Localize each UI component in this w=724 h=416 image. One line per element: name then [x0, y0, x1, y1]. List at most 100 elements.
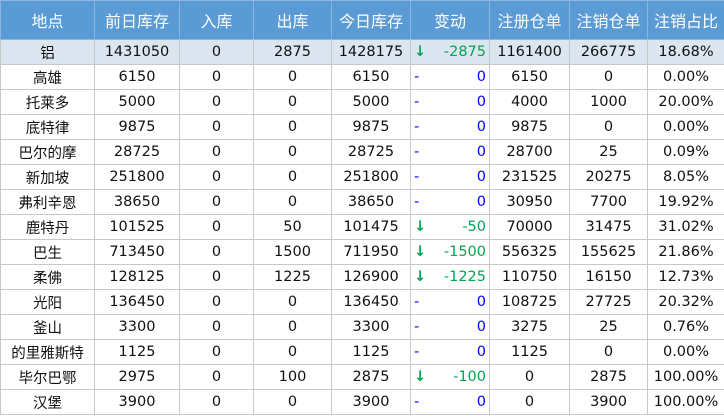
cell-registered-warrants: 6150 — [489, 64, 571, 90]
cell-cancelled-warrants: 25 — [569, 139, 649, 165]
cell-change-arrow: ↓ — [410, 214, 426, 240]
cell-inbound: 0 — [179, 39, 254, 65]
cell-registered-warrants: 30950 — [489, 189, 571, 215]
cell-cancelled-warrants: 16150 — [569, 264, 649, 290]
cell-prev-stock: 5000 — [94, 89, 180, 115]
cell-registered-warrants: 1161400 — [489, 39, 571, 65]
cell-outbound: 100 — [253, 364, 332, 390]
header-change: 变动 — [409, 0, 491, 40]
cell-cancel-ratio: 18.68% — [647, 39, 724, 65]
cell-outbound: 50 — [253, 214, 332, 240]
cell-change-arrow: - — [410, 139, 426, 165]
table-row: 柔佛 128125 0 1225 126900 ↓ -1225 110750 16150 12.7… — [0, 264, 724, 290]
table-header: 地点 前日库存 入库 出库 今日库存 变动 注册仓单 注销仓单 注销占比 — [0, 0, 724, 40]
cell-inbound: 0 — [179, 64, 254, 90]
cell-prev-stock: 1125 — [94, 339, 180, 365]
header-registered-warrants: 注册仓单 — [489, 0, 571, 40]
cell-outbound: 0 — [253, 139, 332, 165]
cell-cancelled-warrants: 266775 — [569, 39, 649, 65]
cell-change-value: -50 — [425, 214, 491, 240]
cell-change-value: 0 — [425, 189, 491, 215]
cell-prev-stock: 9875 — [94, 114, 180, 140]
cell-registered-warrants: 70000 — [489, 214, 571, 240]
cell-change-arrow: ↓ — [410, 264, 426, 290]
header-location: 地点 — [0, 0, 95, 40]
cell-cancel-ratio: 20.00% — [647, 89, 724, 115]
cell-inbound: 0 — [179, 89, 254, 115]
table-row: 鹿特丹 101525 0 50 101475 ↓ -50 70000 31475 31.02% — [0, 214, 724, 240]
cell-cancelled-warrants: 155625 — [569, 239, 649, 265]
cell-cancel-ratio: 100.00% — [647, 364, 724, 390]
header-cancel-ratio: 注销占比 — [647, 0, 724, 40]
cell-today-stock: 1428175 — [331, 39, 411, 65]
cell-outbound: 0 — [253, 389, 332, 415]
cell-inbound: 0 — [179, 214, 254, 240]
cell-cancel-ratio: 0.09% — [647, 139, 724, 165]
cell-today-stock: 9875 — [331, 114, 411, 140]
cell-cancel-ratio: 20.32% — [647, 289, 724, 315]
table-row: 底特律 9875 0 0 9875-0 9875 0 0.00% — [0, 114, 724, 140]
cell-cancel-ratio: 100.00% — [647, 389, 724, 415]
cell-today-stock: 6150 — [331, 64, 411, 90]
cell-registered-warrants: 3275 — [489, 314, 571, 340]
cell-today-stock: 126900 — [331, 264, 411, 290]
cell-cancelled-warrants: 1000 — [569, 89, 649, 115]
cell-change-value: 0 — [425, 64, 491, 90]
cell-cancelled-warrants: 7700 — [569, 189, 649, 215]
cell-change-value: 0 — [425, 89, 491, 115]
cell-prev-stock: 6150 — [94, 64, 180, 90]
cell-registered-warrants: 0 — [489, 389, 571, 415]
cell-location: 汉堡 — [0, 389, 95, 415]
table-row: 高雄 6150 0 0 6150-0 6150 0 0.00% — [0, 64, 724, 90]
cell-today-stock: 2875 — [331, 364, 411, 390]
cell-cancelled-warrants: 0 — [569, 114, 649, 140]
cell-outbound: 0 — [253, 314, 332, 340]
cell-registered-warrants: 231525 — [489, 164, 571, 190]
cell-change-value: -2875 — [425, 39, 491, 65]
cell-inbound: 0 — [179, 239, 254, 265]
cell-location: 毕尔巴鄂 — [0, 364, 95, 390]
cell-change-arrow: ↓ — [410, 364, 426, 390]
cell-inbound: 0 — [179, 314, 254, 340]
cell-today-stock: 1125 — [331, 339, 411, 365]
cell-inbound: 0 — [179, 139, 254, 165]
cell-change-arrow: ↓ — [410, 39, 426, 65]
cell-cancel-ratio: 0.00% — [647, 64, 724, 90]
cell-outbound: 1500 — [253, 239, 332, 265]
cell-location: 巴生 — [0, 239, 95, 265]
cell-registered-warrants: 28700 — [489, 139, 571, 165]
cell-location: 光阳 — [0, 289, 95, 315]
cell-change-arrow: - — [410, 189, 426, 215]
cell-cancelled-warrants: 20275 — [569, 164, 649, 190]
table-body: 铝 1431050 0 2875 1428175 ↓ -2875 1161400 266775 1… — [0, 39, 724, 415]
cell-outbound: 0 — [253, 189, 332, 215]
table-row: 巴尔的摩 28725 0 0 28725-0 28700 25 0.09% — [0, 139, 724, 165]
header-inbound: 入库 — [179, 0, 254, 40]
cell-inbound: 0 — [179, 339, 254, 365]
cell-location: 托莱多 — [0, 89, 95, 115]
cell-location: 巴尔的摩 — [0, 139, 95, 165]
cell-outbound: 0 — [253, 164, 332, 190]
cell-registered-warrants: 0 — [489, 364, 571, 390]
header-today-stock: 今日库存 — [331, 0, 411, 40]
cell-today-stock: 5000 — [331, 89, 411, 115]
cell-prev-stock: 1431050 — [94, 39, 180, 65]
table-row: 釜山 3300 0 0 3300-0 3275 25 0.76% — [0, 314, 724, 340]
cell-location: 釜山 — [0, 314, 95, 340]
cell-inbound: 0 — [179, 389, 254, 415]
cell-cancel-ratio: 21.86% — [647, 239, 724, 265]
cell-inbound: 0 — [179, 264, 254, 290]
cell-cancel-ratio: 31.02% — [647, 214, 724, 240]
header-prev-stock: 前日库存 — [94, 0, 180, 40]
table-row: 铝 1431050 0 2875 1428175 ↓ -2875 1161400 266775 1… — [0, 39, 724, 65]
cell-location: 底特律 — [0, 114, 95, 140]
cell-location: 新加坡 — [0, 164, 95, 190]
cell-today-stock: 136450 — [331, 289, 411, 315]
table-row: 新加坡 251800 0 0 251800-0 231525 20275 8.05% — [0, 164, 724, 190]
cell-inbound: 0 — [179, 189, 254, 215]
header-cancelled-warrants: 注销仓单 — [569, 0, 649, 40]
cell-outbound: 0 — [253, 89, 332, 115]
header-row: 地点 前日库存 入库 出库 今日库存 变动 注册仓单 注销仓单 注销占比 — [0, 0, 724, 40]
cell-outbound: 2875 — [253, 39, 332, 65]
cell-change-arrow: - — [410, 389, 426, 415]
